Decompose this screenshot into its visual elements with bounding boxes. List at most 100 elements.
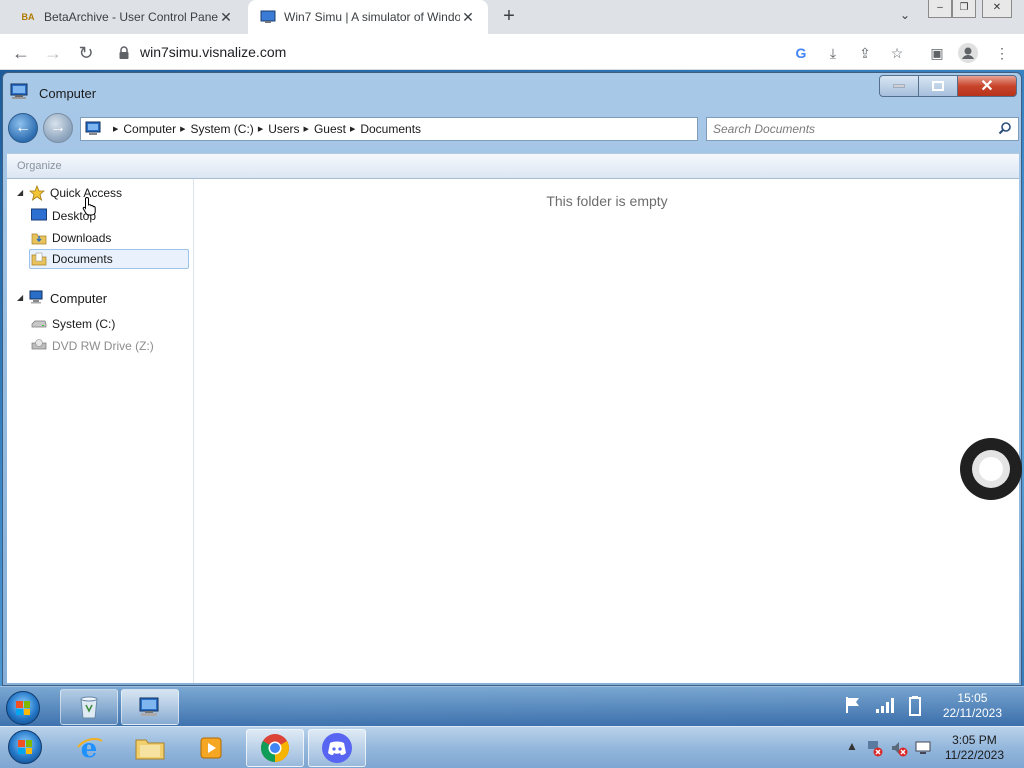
tab-title: BetaArchive - User Control Panel [44,10,218,24]
recycle-bin-icon [80,696,98,719]
new-tab-plus-icon[interactable]: + [498,6,520,28]
maximize-button[interactable] [918,75,958,97]
nav-computer[interactable]: ◢ Computer [17,288,107,308]
google-lens-icon[interactable]: G [791,43,811,63]
breadcrumb-users[interactable]: Users [268,122,299,136]
explorer-window: Computer ✕ ← → ▶ Computer ▶ System (C:) [2,72,1022,686]
profile-avatar-icon[interactable] [958,43,978,63]
network-error-icon[interactable] [866,739,884,757]
navigation-pane: ◢ Quick Access Desktop Downloads Documen… [7,179,194,683]
breadcrumb-arrow-icon[interactable]: ▶ [258,125,263,133]
explorer-nav-row: ← → ▶ Computer ▶ System (C:) ▶ Users ▶ G… [3,113,1021,145]
install-app-icon[interactable]: ⤓ [823,43,843,63]
breadcrumb-guest[interactable]: Guest [314,122,346,136]
explorer-back-button[interactable]: ← [8,113,38,143]
action-center-flag-icon[interactable] [842,695,864,717]
browser-minimize-button[interactable]: – [928,0,952,18]
show-hidden-icons-arrow-icon[interactable]: ▲ [843,739,861,757]
reload-icon[interactable]: ↻ [75,42,97,64]
taskbar-chrome[interactable] [246,729,304,767]
lock-icon [118,45,130,59]
os-start-button[interactable] [8,730,42,764]
breadcrumb-documents[interactable]: Documents [360,122,421,136]
nav-system-drive[interactable]: System (C:) [31,314,115,334]
organize-button[interactable]: Organize [17,160,62,172]
minimize-button[interactable] [879,75,919,97]
os-clock[interactable]: 3:05 PM 11/22/2023 [945,733,1004,763]
chrome-icon [261,734,289,762]
tab-close-icon[interactable]: ✕ [460,9,476,25]
search-icon[interactable] [998,121,1012,135]
expand-triangle-icon[interactable]: ◢ [17,188,23,197]
taskbar-internet-explorer[interactable]: e [60,729,118,767]
sim-start-button[interactable] [6,691,40,725]
explorer-search-input[interactable]: Search Documents [706,117,1019,141]
tab-win7simu[interactable]: Win7 Simu | A simulator of Windows 7 ✕ [248,0,488,34]
computer-icon [9,83,29,101]
explorer-address-bar[interactable]: ▶ Computer ▶ System (C:) ▶ Users ▶ Guest… [80,117,698,141]
explorer-forward-button[interactable]: → [43,113,73,143]
back-arrow-icon[interactable]: ← [10,42,32,64]
taskbar-computer-window[interactable] [121,689,179,725]
tab-search-chevron-icon[interactable]: ⌄ [895,8,915,28]
volume-muted-icon[interactable] [890,739,908,757]
expand-triangle-icon[interactable]: ◢ [17,293,23,302]
search-placeholder: Search Documents [713,122,816,136]
tab-title: Win7 Simu | A simulator of Windows 7 [284,10,460,24]
browser-restore-button[interactable]: ❐ [952,0,976,18]
taskbar-media-player[interactable] [182,729,240,767]
os-clock-date: 11/22/2023 [944,748,1004,762]
explorer-panes: ◢ Quick Access Desktop Downloads Documen… [7,179,1019,683]
nav-label: Downloads [52,231,112,245]
close-button[interactable]: ✕ [957,75,1017,97]
window-title: Computer [39,86,97,101]
display-settings-icon[interactable] [914,739,932,757]
nav-quick-access[interactable]: ◢ Quick Access [17,183,122,203]
nav-documents[interactable]: Documents [29,249,189,269]
explorer-titlebar[interactable]: Computer ✕ [3,73,1021,113]
media-player-icon [200,737,222,759]
breadcrumb-system-drive[interactable]: System (C:) [190,122,253,136]
nav-dvd-drive[interactable]: DVD RW Drive (Z:) [31,336,154,356]
taskbar-file-explorer[interactable] [121,729,179,767]
computer-icon [139,697,159,716]
forward-arrow-icon[interactable]: → [42,42,64,64]
downloads-folder-icon [31,230,47,246]
side-panel-icon[interactable]: ▣ [927,43,947,63]
command-bar: Organize [7,153,1019,179]
breadcrumb-arrow-icon[interactable]: ▶ [113,125,118,133]
browser-toolbar: ← → ↻ win7simu.visnalize.com G ⤓ ⇪ ☆ ▣ ⋮ [0,34,1024,70]
taskbar-discord[interactable] [308,729,366,767]
breadcrumb-arrow-icon[interactable]: ▶ [304,125,309,133]
windows-logo-icon [16,701,30,715]
browser-close-button[interactable]: ✕ [982,0,1012,18]
sim-clock-date: 22/11/2023 [942,706,1002,720]
loading-ring-icon [960,438,1022,500]
taskbar-recycle-bin[interactable] [60,689,118,725]
nav-label: Documents [52,252,113,266]
sim-clock[interactable]: 15:05 22/11/2023 [943,691,1002,721]
tab-betaarchive[interactable]: BA BetaArchive - User Control Panel ✕ [8,0,246,34]
tab-close-icon[interactable]: ✕ [218,9,234,25]
desktop-icon [31,208,47,224]
breadcrumb-arrow-icon[interactable]: ▶ [350,125,355,133]
nav-label: Computer [50,290,108,306]
windows-logo-icon [18,740,32,754]
nav-downloads[interactable]: Downloads [31,228,111,248]
breadcrumb-computer[interactable]: Computer [123,122,176,136]
hand-cursor-icon [82,196,98,216]
os-clock-time: 3:05 PM [952,733,997,747]
star-icon [28,184,46,201]
bookmark-star-icon[interactable]: ☆ [887,43,907,63]
signal-bars-icon[interactable] [874,695,896,717]
browser-menu-icon[interactable]: ⋮ [992,43,1012,63]
breadcrumb-arrow-icon[interactable]: ▶ [180,125,185,133]
os-taskbar: e ▲ 3:05 PM 11/22/2023 [0,726,1024,768]
simulated-taskbar: 15:05 22/11/2023 [0,686,1024,726]
battery-icon[interactable] [904,695,926,717]
computer-icon [83,121,105,137]
nav-label: DVD RW Drive (Z:) [52,339,154,353]
file-list-pane[interactable]: This folder is empty [195,179,1019,683]
share-icon[interactable]: ⇪ [855,43,875,63]
empty-folder-message: This folder is empty [546,193,668,209]
